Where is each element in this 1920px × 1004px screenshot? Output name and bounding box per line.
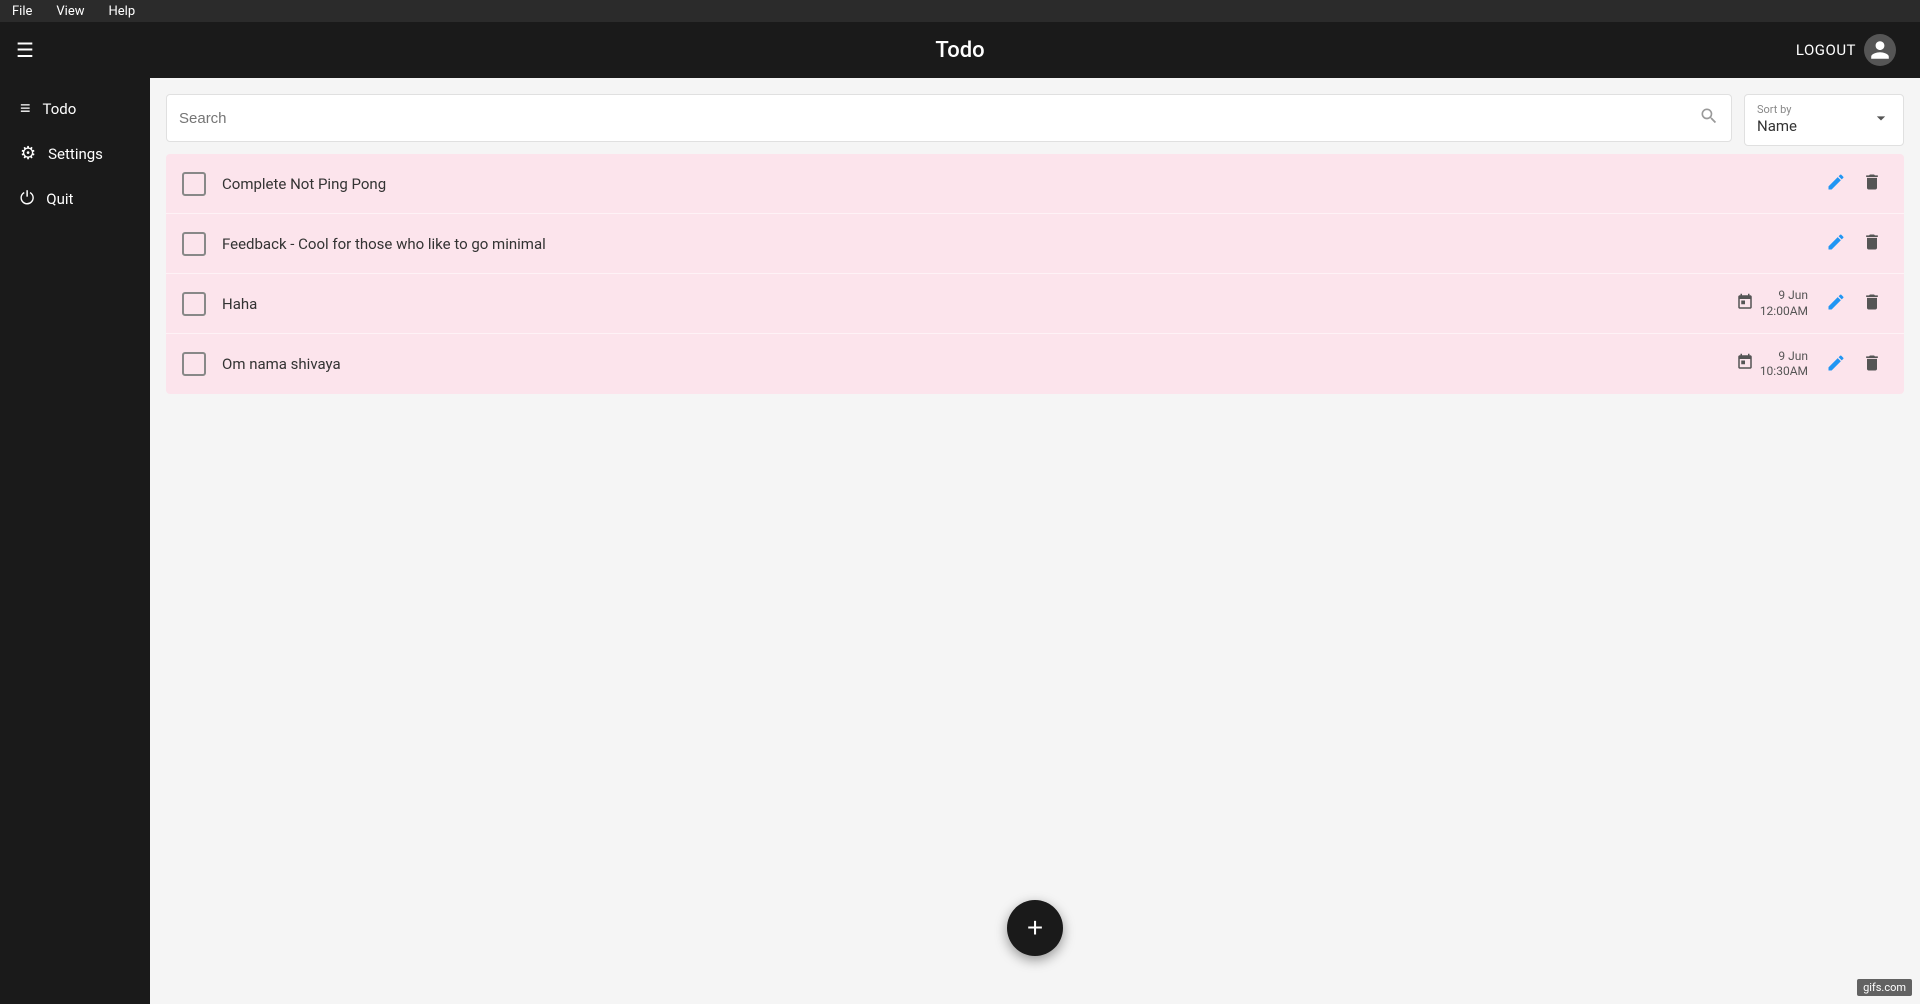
todo-date-text: 9 Jun10:30AM — [1760, 349, 1808, 380]
edit-button[interactable] — [1820, 286, 1852, 321]
logout-label: LOGOUT — [1796, 41, 1856, 59]
hamburger-icon[interactable]: ☰ — [16, 38, 34, 62]
sidebar-nav: ≡ Todo ⚙ Settings ⏻ Quit — [0, 78, 150, 229]
todo-date: 9 Jun12:00AM — [1736, 288, 1808, 319]
todo-checkbox[interactable] — [182, 292, 206, 316]
logout-button[interactable]: LOGOUT — [1796, 34, 1896, 66]
sidebar: ☰ ≡ Todo ⚙ Settings ⏻ Quit — [0, 22, 150, 1004]
list-icon: ≡ — [20, 98, 31, 119]
search-sort-row: Sort by Name — [166, 94, 1904, 146]
calendar-icon — [1736, 353, 1754, 375]
sort-dropdown[interactable]: Sort by Name — [1744, 94, 1904, 146]
edit-button[interactable] — [1820, 347, 1852, 382]
todo-date: 9 Jun10:30AM — [1736, 349, 1808, 380]
delete-button[interactable] — [1856, 166, 1888, 201]
sidebar-item-quit-label: Quit — [46, 190, 73, 208]
sort-label: Sort by — [1757, 103, 1797, 116]
watermark: gifs.com — [1857, 979, 1912, 996]
todo-item: Feedback - Cool for those who like to go… — [166, 214, 1904, 274]
sidebar-item-todo-label: Todo — [43, 100, 77, 118]
edit-button[interactable] — [1820, 226, 1852, 261]
todo-checkbox[interactable] — [182, 352, 206, 376]
todo-text: Haha — [222, 295, 1736, 313]
todo-list: Complete Not Ping Pong Feedback - Cool fo… — [166, 154, 1904, 394]
menu-help[interactable]: Help — [105, 2, 140, 21]
menu-view[interactable]: View — [52, 2, 88, 21]
sidebar-item-settings-label: Settings — [48, 145, 103, 163]
todo-actions: 9 Jun12:00AM — [1736, 286, 1888, 321]
todo-actions: 9 Jun10:30AM — [1736, 347, 1888, 382]
menu-file[interactable]: File — [8, 2, 36, 21]
search-input[interactable] — [179, 110, 1699, 127]
chevron-down-icon — [1871, 108, 1891, 133]
content-area: Sort by Name Complete Not Ping Pong Feedb… — [150, 78, 1920, 1004]
todo-text: Complete Not Ping Pong — [222, 175, 1820, 193]
todo-checkbox[interactable] — [182, 172, 206, 196]
sidebar-item-todo[interactable]: ≡ Todo — [0, 86, 150, 131]
todo-item: Haha 9 Jun12:00AM — [166, 274, 1904, 334]
delete-button[interactable] — [1856, 347, 1888, 382]
todo-actions — [1820, 226, 1888, 261]
avatar — [1864, 34, 1896, 66]
main-content: Todo LOGOUT Sort by — [150, 22, 1920, 1004]
todo-item: Om nama shivaya 9 Jun10:30AM — [166, 334, 1904, 394]
delete-button[interactable] — [1856, 226, 1888, 261]
add-todo-button[interactable]: + — [1007, 900, 1063, 956]
sort-value: Name — [1757, 116, 1797, 137]
sidebar-header: ☰ — [0, 22, 150, 78]
app-layout: ☰ ≡ Todo ⚙ Settings ⏻ Quit Todo LOGOUT — [0, 22, 1920, 1004]
edit-button[interactable] — [1820, 166, 1852, 201]
todo-checkbox[interactable] — [182, 232, 206, 256]
gear-icon: ⚙ — [20, 143, 36, 164]
top-header: Todo LOGOUT — [150, 22, 1920, 78]
delete-button[interactable] — [1856, 286, 1888, 321]
todo-text: Feedback - Cool for those who like to go… — [222, 235, 1820, 253]
sort-info: Sort by Name — [1757, 103, 1797, 137]
app-title: Todo — [935, 38, 984, 63]
search-icon — [1699, 106, 1719, 131]
todo-actions — [1820, 166, 1888, 201]
sidebar-item-settings[interactable]: ⚙ Settings — [0, 131, 150, 176]
todo-item: Complete Not Ping Pong — [166, 154, 1904, 214]
todo-date-text: 9 Jun12:00AM — [1760, 288, 1808, 319]
calendar-icon — [1736, 293, 1754, 315]
sidebar-item-quit[interactable]: ⏻ Quit — [0, 176, 150, 221]
todo-text: Om nama shivaya — [222, 355, 1736, 373]
power-icon: ⏻ — [20, 188, 34, 209]
search-container — [166, 94, 1732, 142]
menu-bar: File View Help — [0, 0, 1920, 22]
